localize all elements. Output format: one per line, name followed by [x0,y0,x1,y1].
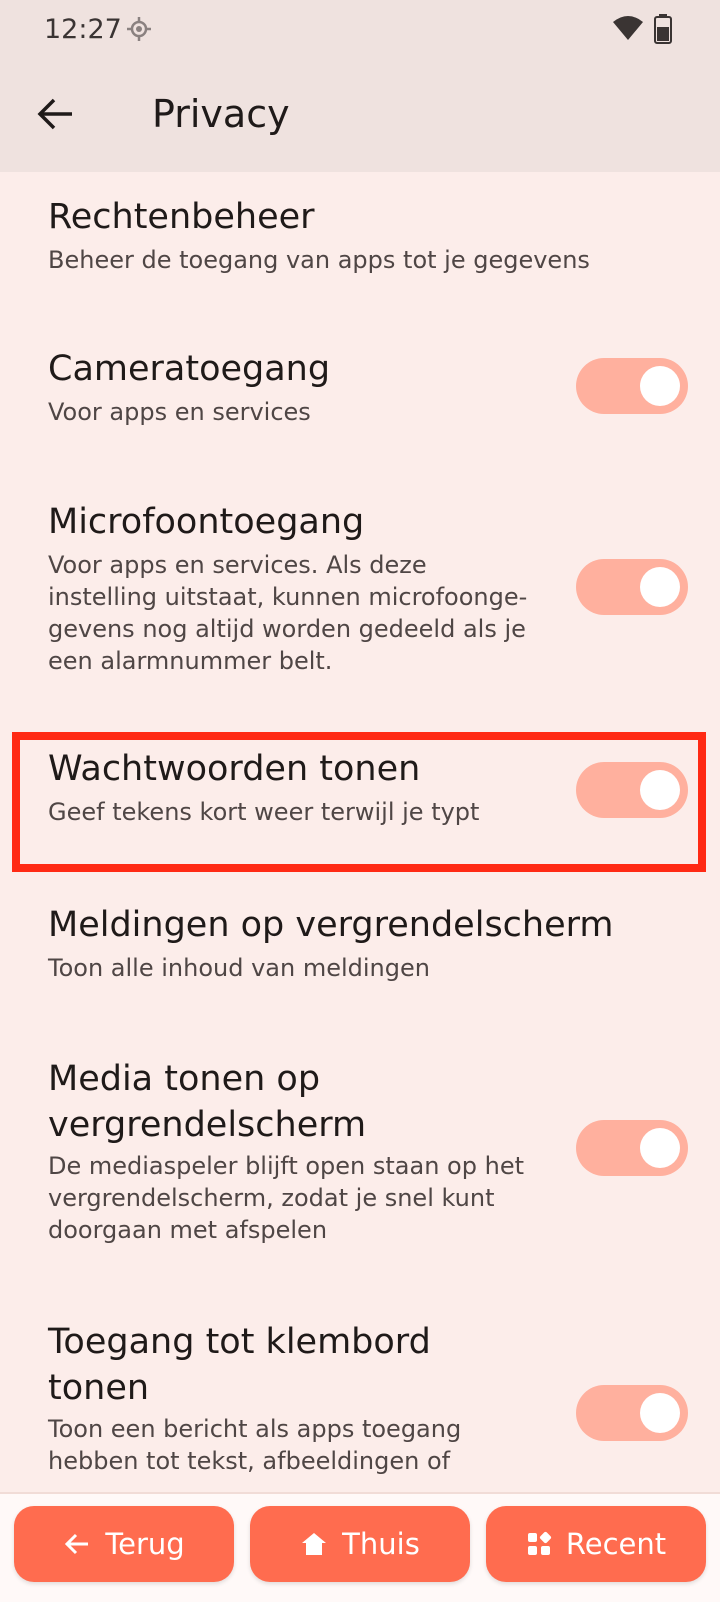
setting-microphone-access[interactable]: Microfoontoegang Voor apps en services. … [0,477,720,722]
setting-permission-manager[interactable]: Rechtenbeheer Beheer de toegang van apps… [0,172,720,312]
switch-thumb [640,366,680,406]
setting-title: Toegang tot klembord tonen [48,1322,431,1408]
setting-title: Rechtenbeheer [48,197,315,237]
arrow-left-icon [63,1530,91,1558]
setting-title: Media tonen op vergrendelscherm [48,1059,367,1145]
switch-thumb [640,1128,680,1168]
clipboard-access-toggle[interactable] [576,1385,688,1441]
wifi-icon [612,14,644,46]
recent-apps-icon [526,1531,552,1557]
app-bar: Privacy [0,60,720,172]
status-time: 12:27 [44,14,122,45]
recent-button[interactable]: Recent [486,1506,706,1582]
setting-summary: De mediaspeler blijft open staan op het … [48,1152,524,1244]
switch-thumb [640,1393,680,1433]
location-icon [126,16,152,46]
microphone-access-toggle[interactable] [576,559,688,615]
status-bar: 12:27 [0,0,720,60]
setting-summary: Voor apps en services [48,398,311,426]
page-title: Privacy [152,92,290,136]
back-button-label: Terug [105,1527,185,1561]
switch-thumb [640,567,680,607]
setting-title: Microfoontoegang [48,502,365,542]
lockscreen-media-toggle[interactable] [576,1120,688,1176]
setting-lockscreen-media[interactable]: Media tonen op vergrendelscherm De media… [0,1042,720,1282]
setting-title: Meldingen op vergrendelscherm [48,905,614,945]
highlight-box [12,732,706,872]
back-button[interactable]: Terug [14,1506,234,1582]
back-arrow-icon[interactable] [34,92,78,136]
navigation-bar: Terug Thuis Recent [0,1492,720,1602]
setting-summary: Toon alle inhoud van meldingen [48,954,430,982]
setting-title: Cameratoegang [48,349,331,389]
home-button[interactable]: Thuis [250,1506,470,1582]
recent-button-label: Recent [565,1527,667,1561]
battery-icon [654,14,672,48]
setting-summary: Beheer de toegang van apps tot je gegeve… [48,246,590,274]
setting-lockscreen-notifications[interactable]: Meldingen op vergrendelscherm Toon alle … [0,882,720,1032]
home-button-label: Thuis [342,1527,420,1561]
setting-camera-access[interactable]: Cameratoegang Voor apps en services [0,322,720,472]
setting-summary: Voor apps en services. Als deze instelli… [48,551,528,675]
camera-access-toggle[interactable] [576,358,688,414]
settings-list: Rechtenbeheer Beheer de toegang van apps… [0,172,720,1492]
setting-summary: Toon een bericht als apps toegang hebben… [48,1415,462,1475]
setting-clipboard-access[interactable]: Toegang tot klembord tonen Toon een beri… [0,1307,720,1492]
home-icon [300,1530,328,1558]
